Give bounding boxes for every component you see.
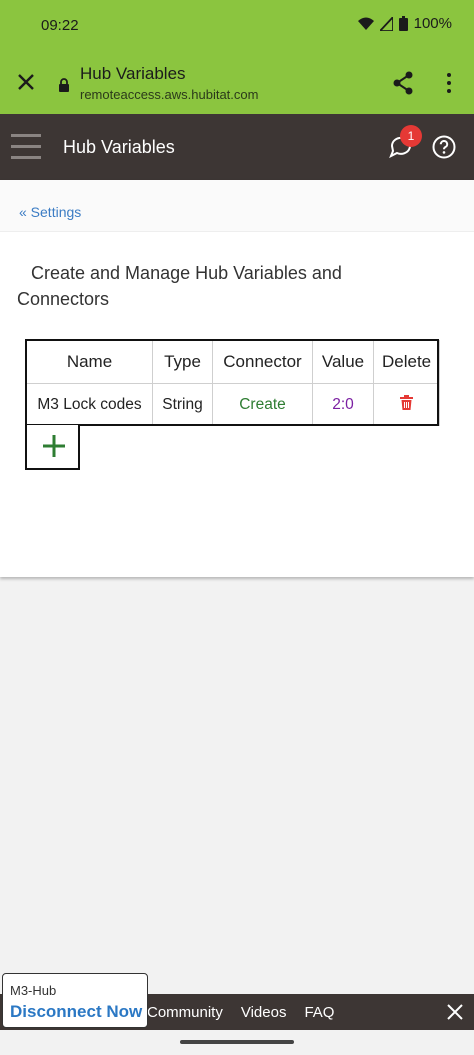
add-variable-button[interactable] <box>25 425 80 470</box>
browser-toolbar: Hub Variables remoteaccess.aws.hubitat.c… <box>0 52 474 114</box>
breadcrumb-bar: « Settings <box>0 180 474 232</box>
hub-connection-card: M3-Hub Disconnect Now <box>2 973 148 1028</box>
table-header-row: Name Type Connector Value Delete <box>26 340 441 384</box>
variable-value-cell[interactable]: 2:0 <box>312 383 374 426</box>
close-icon <box>18 74 34 90</box>
column-header-name[interactable]: Name <box>26 340 153 384</box>
hub-variables-table: Name Type Connector Value Delete M3 Lock… <box>26 340 441 426</box>
trash-icon[interactable] <box>400 394 414 410</box>
status-bar: 09:22 100% <box>0 0 474 52</box>
close-footer-icon[interactable] <box>447 1004 463 1020</box>
variable-type-cell: String <box>152 383 213 426</box>
battery-percent: 100% <box>413 15 452 32</box>
footer-link-faq[interactable]: FAQ <box>304 1004 334 1021</box>
page-heading: Create and Manage Hub Variables and Conn… <box>17 263 342 309</box>
more-options-icon[interactable] <box>441 71 457 95</box>
footer-link-videos[interactable]: Videos <box>241 1004 287 1021</box>
status-time: 09:22 <box>41 17 79 34</box>
create-connector-link[interactable]: Create <box>212 383 313 426</box>
notification-badge: 1 <box>400 125 422 147</box>
hamburger-menu-icon[interactable] <box>11 134 41 160</box>
delete-cell <box>372 383 441 426</box>
column-header-connector[interactable]: Connector <box>212 340 313 384</box>
column-header-delete: Delete <box>372 340 441 384</box>
share-icon[interactable] <box>392 71 414 95</box>
battery-icon <box>398 16 408 31</box>
close-tab-button[interactable] <box>12 68 40 96</box>
column-header-type[interactable]: Type <box>152 340 213 384</box>
status-icons: 100% <box>357 15 452 32</box>
page-header-title: Hub Variables <box>63 137 175 157</box>
lock-icon <box>59 78 69 92</box>
footer-link-community[interactable]: Community <box>147 1004 223 1021</box>
variable-name-cell[interactable]: M3 Lock codes <box>26 383 153 426</box>
breadcrumb-settings-link[interactable]: « Settings <box>19 204 81 220</box>
signal-icon <box>379 16 393 31</box>
gesture-handle[interactable] <box>180 1040 294 1044</box>
system-nav-bar <box>0 1030 474 1055</box>
footer-links: Community Videos FAQ <box>147 1004 334 1021</box>
column-header-value[interactable]: Value <box>312 340 374 384</box>
main-content: « Settings Create and Manage Hub Variabl… <box>0 180 474 577</box>
wifi-icon <box>357 17 374 30</box>
tab-url[interactable]: remoteaccess.aws.hubitat.com <box>80 87 258 102</box>
help-icon[interactable] <box>432 135 456 159</box>
table-row: M3 Lock codes String Create 2:0 <box>26 383 441 426</box>
tab-title: Hub Variables <box>80 64 186 83</box>
plus-icon <box>43 435 65 457</box>
disconnect-button[interactable]: Disconnect Now <box>10 1002 142 1022</box>
hub-name: M3-Hub <box>10 983 57 998</box>
